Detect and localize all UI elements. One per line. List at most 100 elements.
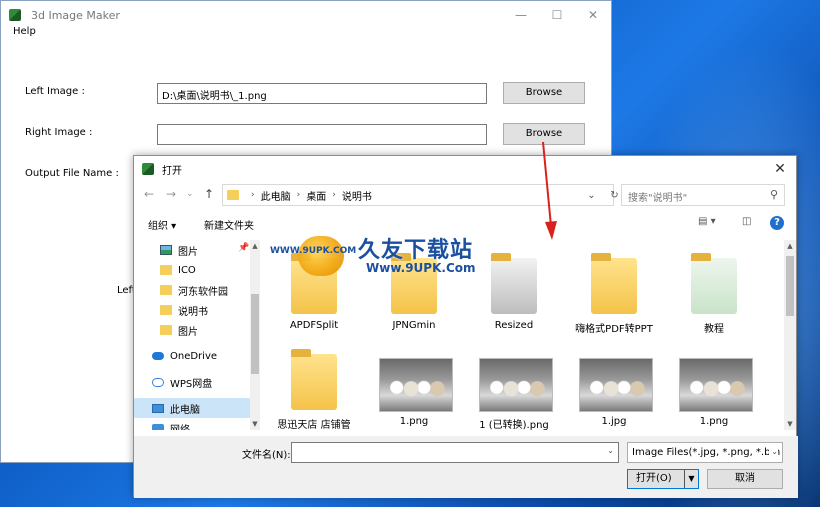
nav-item-label: 河东软件园 [178,286,228,298]
minimize-button[interactable]: — [503,5,539,25]
nav-item-pictures-folder[interactable]: 图片 [134,320,260,340]
left-image-input[interactable]: D:\桌面\说明书\_1.png [157,83,487,104]
file-item[interactable]: 1 (已转换).png [468,344,560,430]
nav-item-pictures[interactable]: 图片 📌 [134,240,260,260]
watermark-logo-icon [298,236,344,276]
maximize-button[interactable]: ☐ [539,5,575,25]
nav-item-this-pc[interactable]: 此电脑 [134,398,260,418]
pictures-icon [160,245,172,255]
chevron-right-icon: › [332,190,336,200]
pin-icon: 📌 [238,243,250,253]
new-folder-button[interactable]: 新建文件夹 [204,217,254,232]
file-name: APDFSplit [289,320,339,331]
back-icon[interactable]: ← [144,187,154,201]
right-image-label: Right Image : [25,127,93,138]
scroll-down-icon[interactable]: ▼ [250,420,260,428]
watermark-url-left: WWW.9UPK.COM [270,246,357,256]
open-button[interactable]: 打开(O) ▼ [627,469,699,489]
network-icon [152,424,164,430]
image-thumbnail [479,358,553,412]
open-button-label: 打开(O) [636,473,672,484]
address-dropdown-icon[interactable]: ⌄ [587,190,595,201]
nav-item-manual[interactable]: 说明书 [134,300,260,320]
forward-icon[interactable]: → [166,187,176,201]
nav-scroll-thumb[interactable] [251,294,259,374]
dialog-title: 打开 [162,165,182,177]
breadcrumb-this-pc[interactable]: 此电脑 [261,188,291,203]
file-name: 1 (已转换).png [479,420,549,430]
recent-dropdown-icon[interactable]: ⌄ [186,189,194,199]
wps-cloud-icon [152,377,164,387]
watermark-url: Www.9UPK.Com [366,261,476,275]
nav-item-label: 此电脑 [170,404,200,416]
nav-item-label: 图片 [178,326,198,338]
open-split-arrow-icon[interactable]: ▼ [684,470,698,488]
file-name: 教程 [704,324,724,335]
file-item[interactable]: 嗨格式PDF转PPT [568,248,660,335]
file-item[interactable]: 1.png [668,344,760,427]
menu-help[interactable]: Help [13,26,36,37]
close-button[interactable]: ✕ [575,5,611,25]
watermark: WWW.9UPK.COM 久友下载站 Www.9UPK.Com [270,232,498,280]
breadcrumb-desktop[interactable]: 桌面 [306,188,326,203]
folder-icon [160,305,172,315]
navigation-bar: ← → ⌄ ↑ › 此电脑 › 桌面 › 说明书 ⌄ ↻ 搜索"说明书" ⚲ [134,184,798,206]
file-item[interactable]: 教程 [668,248,760,335]
filename-input[interactable]: ⌄ [291,442,619,463]
breadcrumb-manual[interactable]: 说明书 [342,188,372,203]
filename-label: 文件名(N): [242,450,291,461]
organize-button[interactable]: 组织 ▾ [148,217,176,232]
folder-icon [160,325,172,335]
right-image-input[interactable] [157,124,487,145]
view-options-icon[interactable]: ▤ ▾ [698,216,716,227]
nav-item-wps[interactable]: WPS网盘 [134,372,260,392]
address-bar[interactable]: › 此电脑 › 桌面 › 说明书 [222,184,614,206]
scroll-up-icon[interactable]: ▲ [784,242,796,250]
watermark-brand: 久友下载站 [358,238,474,263]
chevron-down-icon[interactable]: ⌄ [607,446,614,455]
folder-icon [291,349,337,410]
file-scrollbar[interactable]: ▲ ▼ [784,240,796,430]
file-item[interactable]: 1.png [368,344,460,427]
nav-item-label: 网络 [170,424,190,431]
nav-item-ico[interactable]: ICO [134,260,260,280]
refresh-icon[interactable]: ↻ [610,190,618,201]
app-icon [9,9,21,21]
onedrive-icon [152,352,164,360]
folder-icon [160,285,172,295]
scroll-down-icon[interactable]: ▼ [784,420,796,428]
nav-item-hedong[interactable]: 河东软件园 [134,280,260,300]
nav-item-onedrive[interactable]: OneDrive [134,346,260,366]
navigation-pane: 图片 📌 ICO 河东软件园 说明书 图片 OneDrive WPS网盘 此电脑… [134,240,260,430]
dialog-app-icon [142,163,154,175]
output-file-label: Output File Name : [25,168,119,179]
right-browse-button[interactable]: Browse [503,123,585,145]
chevron-down-icon: ⌄ [769,447,778,456]
file-item[interactable]: 1.jpg [568,344,660,427]
folder-icon [591,253,637,314]
search-box[interactable]: 搜索"说明书" ⚲ [621,184,785,206]
cancel-button[interactable]: 取消 [707,469,783,489]
search-placeholder: 搜索"说明书" [628,193,688,204]
dialog-close-button[interactable]: ✕ [770,159,790,179]
scroll-up-icon[interactable]: ▲ [250,242,260,250]
file-type-value: Image Files(*.jpg, *.png, *.bm [632,447,781,458]
left-browse-button[interactable]: Browse [503,82,585,104]
image-thumbnail [379,358,453,412]
file-name: 1.jpg [601,416,627,427]
chevron-right-icon: › [251,190,255,200]
file-item[interactable]: 思迅天店 店铺管 [268,344,360,430]
chevron-right-icon: › [296,190,301,200]
up-icon[interactable]: ↑ [204,187,214,201]
nav-item-network[interactable]: 网络 [134,418,260,430]
folder-icon [691,253,737,314]
dialog-footer: 文件名(N): ⌄ Image Files(*.jpg, *.png, *.bm… [134,436,798,498]
help-icon[interactable]: ? [770,216,784,230]
nav-scrollbar[interactable]: ▲ ▼ [250,240,260,430]
file-scroll-thumb[interactable] [786,256,794,316]
search-icon: ⚲ [769,188,778,201]
file-name: 嗨格式PDF转PPT [575,324,653,335]
nav-item-label: OneDrive [170,350,218,362]
file-type-select[interactable]: Image Files(*.jpg, *.png, *.bm ⌄ [627,442,783,463]
preview-pane-icon[interactable]: ◫ [742,216,751,227]
